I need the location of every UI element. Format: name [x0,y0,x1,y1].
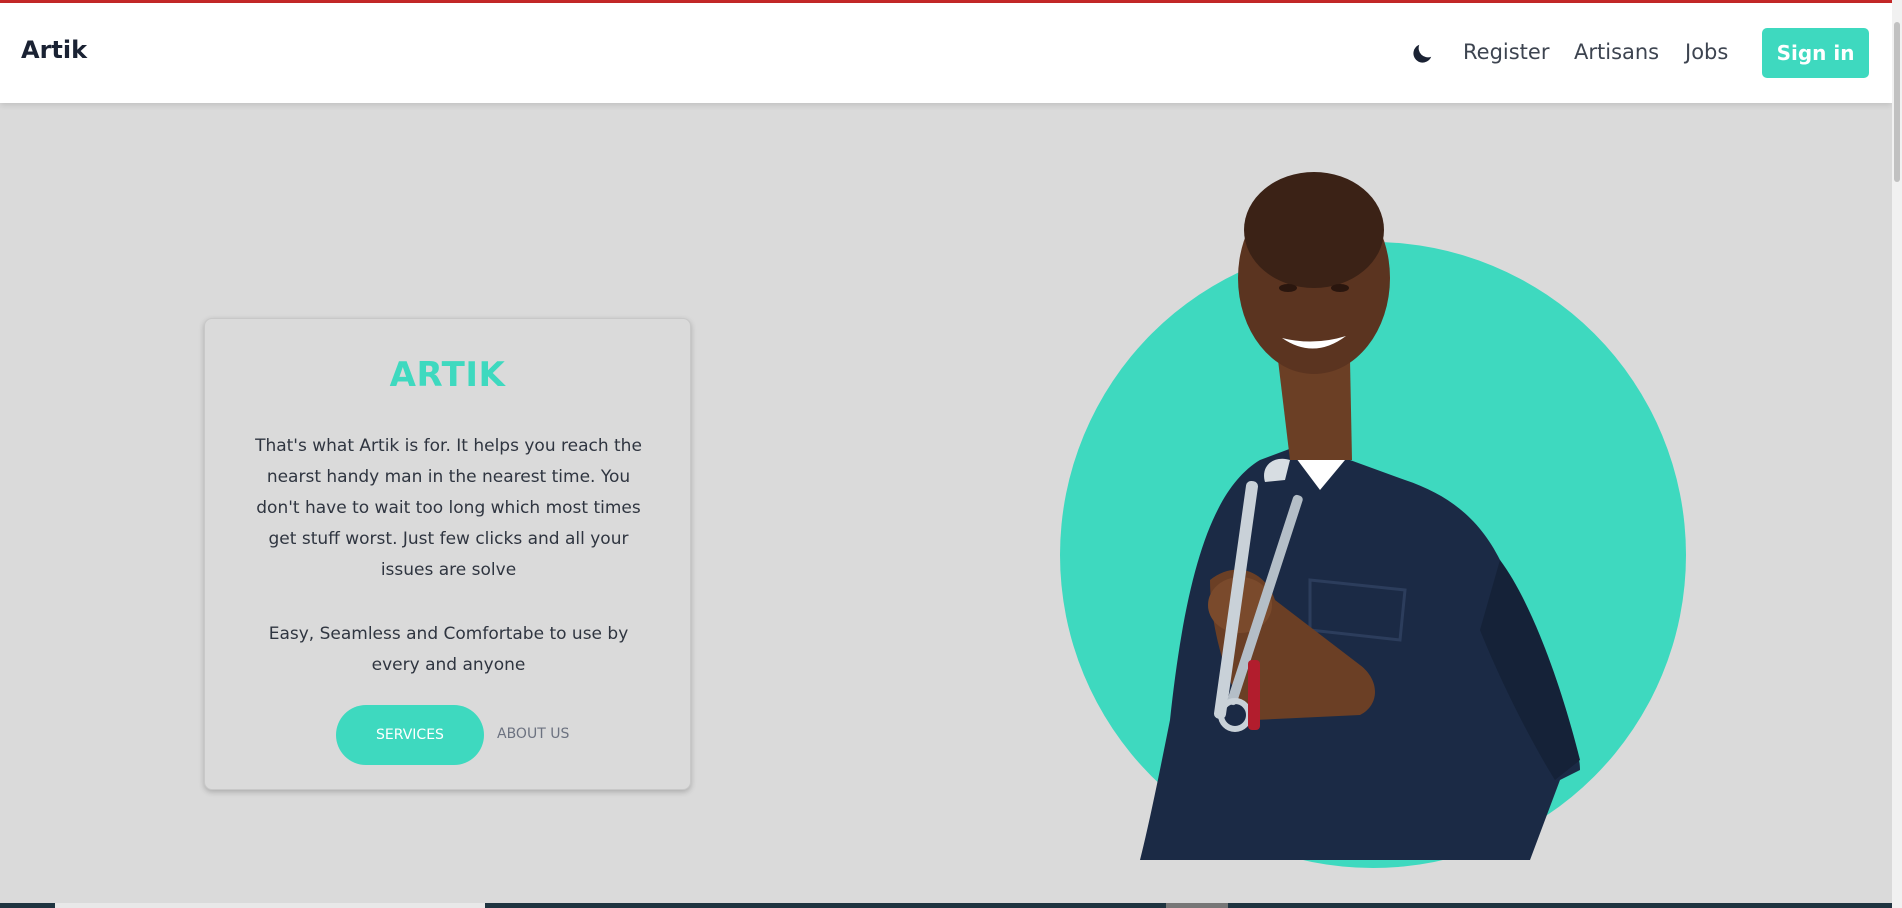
moon-icon[interactable] [1409,41,1435,67]
brand-logo[interactable]: Artik [21,36,87,64]
nav-jobs-link[interactable]: Jobs [1685,40,1728,64]
about-us-link[interactable]: ABOUT US [497,726,569,742]
nav-register-link[interactable]: Register [1463,40,1549,64]
card-tagline: Easy, Seamless and Comfortabe to use by … [268,624,629,675]
bottom-edge-strip [0,903,1892,908]
nav-artisans-link[interactable]: Artisans [1574,40,1659,64]
card-description: That's what Artik is for. It helps you r… [255,436,642,580]
navbar: Artik Register Artisans Jobs Sign in [0,3,1892,103]
hero-illustration [1060,160,1690,870]
scrollbar-thumb[interactable] [1894,22,1900,182]
page-scrollbar[interactable] [1892,0,1902,908]
services-button[interactable]: SERVICES [336,705,484,765]
card-title: ARTIK [389,355,506,395]
intro-card: ARTIK That's what Artik is for. It helps… [204,318,691,790]
sign-in-button[interactable]: Sign in [1762,28,1869,78]
